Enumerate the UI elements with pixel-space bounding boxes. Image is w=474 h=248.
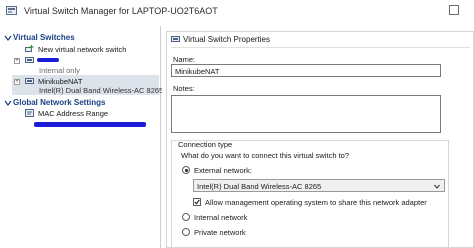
allow-management-checkbox[interactable] (193, 198, 201, 206)
adapter-select[interactable]: Intel(R) Dual Band Wireless-AC 8265 (193, 179, 445, 192)
new-virtual-switch-item[interactable]: New virtual network switch (38, 45, 126, 54)
chevron-down-icon (434, 184, 440, 189)
switch-properties-icon (171, 36, 180, 42)
adapter-select-value: Intel(R) Dual Band Wireless-AC 8265 (197, 182, 322, 191)
window-title: Virtual Switch Manager for LAPTOP-UO2T6A… (24, 6, 218, 16)
external-network-label: External network: (194, 166, 252, 175)
redacted-switch-name[interactable] (37, 58, 59, 62)
minikubenat-label: MinikubeNAT (38, 77, 83, 86)
external-network-radio[interactable] (182, 166, 190, 174)
connection-question: What do you want to connect this virtual… (181, 151, 349, 160)
mac-address-icon (25, 109, 34, 117)
header-divider (171, 47, 470, 48)
expand-icon[interactable]: + (14, 58, 20, 64)
minikubenat-sublabel: Intel(R) Dual Band Wireless-AC 8265 (39, 86, 164, 95)
notes-label: Notes: (173, 84, 195, 93)
internal-network-label: Internal network (194, 213, 248, 222)
collapse-icon[interactable] (4, 99, 12, 107)
expand-icon[interactable]: + (14, 79, 20, 85)
title-bar: Virtual Switch Manager for LAPTOP-UO2T6A… (0, 0, 474, 22)
maximize-icon[interactable] (449, 5, 459, 15)
global-network-settings-header: Global Network Settings (13, 98, 106, 107)
name-label: Name: (173, 55, 196, 64)
properties-header: Virtual Switch Properties (183, 35, 270, 44)
internal-network-radio[interactable] (182, 213, 190, 221)
collapse-icon[interactable] (4, 34, 12, 42)
allow-management-label: Allow management operating system to sha… (205, 198, 427, 207)
name-field-value: MinikubeNAT (175, 67, 220, 76)
name-field[interactable]: MinikubeNAT (171, 64, 441, 77)
mac-address-range-item[interactable]: MAC Address Range (38, 109, 108, 118)
connection-type-heading: Connection type (178, 140, 233, 149)
notes-field[interactable] (171, 95, 441, 133)
switch-icon (25, 78, 34, 84)
add-switch-icon (25, 45, 34, 52)
virtual-switch-manager-icon (6, 6, 17, 15)
redacted-mac-range (34, 122, 146, 127)
checkmark-icon (194, 199, 200, 205)
private-network-radio[interactable] (182, 228, 190, 236)
private-network-label: Private network (194, 228, 246, 237)
switch-icon (25, 57, 34, 63)
switch-type-sublabel: Internal only (39, 66, 80, 75)
virtual-switches-header: Virtual Switches (13, 33, 75, 42)
